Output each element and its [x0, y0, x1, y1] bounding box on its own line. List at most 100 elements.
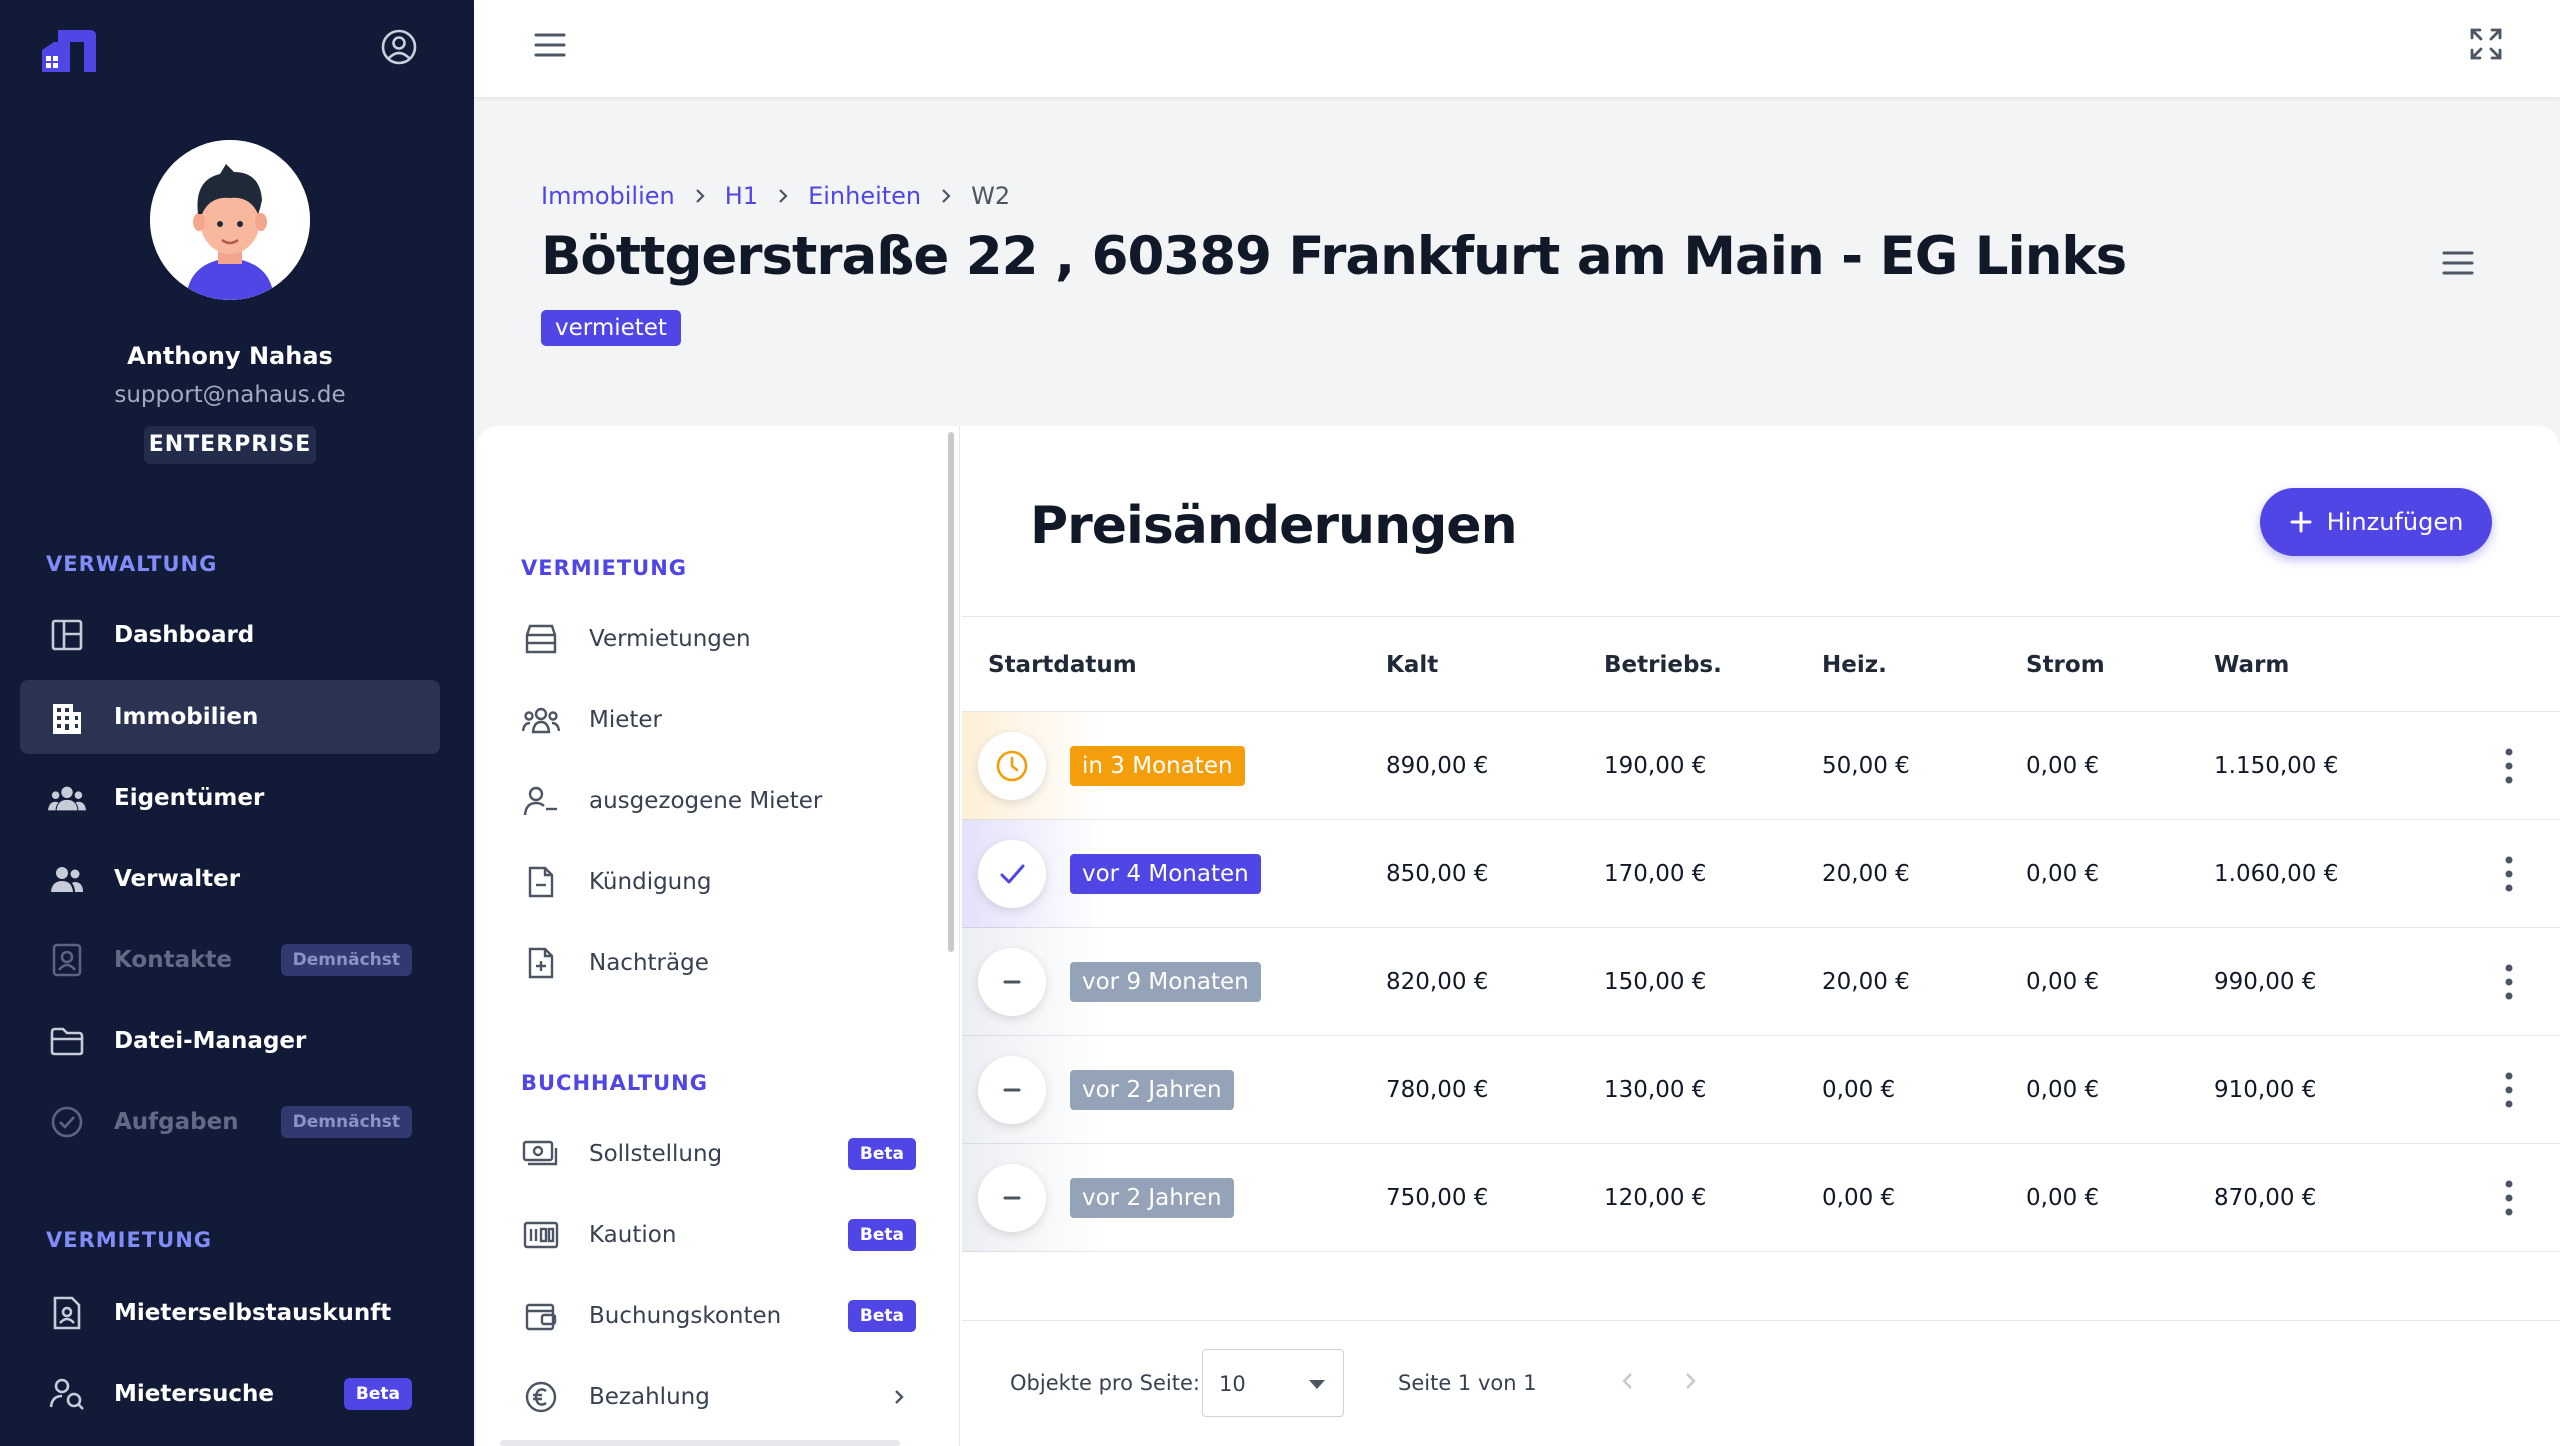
subnav-item-kaution[interactable]: Kaution Beta: [496, 1205, 916, 1265]
app-logo[interactable]: [40, 30, 96, 72]
items-per-page-value: 10: [1219, 1372, 1246, 1396]
folder-icon: [48, 1022, 86, 1060]
cell-kalt: 750,00 €: [1386, 1185, 1489, 1211]
hamburger-menu-icon[interactable]: [532, 28, 568, 62]
sidebar-item-label: Eigentümer: [114, 785, 265, 811]
subnav-item-label: Mieter: [589, 707, 663, 733]
document-minus-icon: [522, 863, 560, 901]
check-icon: [978, 840, 1046, 908]
cell-strom: 0,00 €: [2026, 753, 2100, 779]
subnav-item-ausgezogene-mieter[interactable]: ausgezogene Mieter: [496, 771, 916, 831]
fullscreen-icon[interactable]: [2468, 26, 2504, 62]
subnav-item-label: Bezahlung: [589, 1384, 710, 1410]
cell-kalt: 820,00 €: [1386, 969, 1489, 995]
subnav-item-nachtraege[interactable]: Nachträge: [496, 933, 916, 993]
column-header-startdatum[interactable]: Startdatum: [988, 617, 1137, 713]
subnav-item-kuendigung[interactable]: Kündigung: [496, 852, 916, 912]
users-icon: [48, 779, 86, 817]
more-options-icon[interactable]: [2504, 1176, 2514, 1220]
more-options-icon[interactable]: [2504, 852, 2514, 896]
more-options-icon[interactable]: [2504, 1068, 2514, 1112]
euro-icon: [522, 1378, 560, 1416]
table-row[interactable]: in 3 Monaten 890,00 € 190,00 € 50,00 € 0…: [962, 712, 2560, 820]
sidebar-item-label: Mietersuche: [114, 1381, 274, 1407]
cell-strom: 0,00 €: [2026, 1185, 2100, 1211]
sidebar-item-mietersuche[interactable]: Mietersuche Beta: [20, 1357, 440, 1431]
beta-badge: Beta: [343, 1378, 412, 1410]
subnav-item-label: Sollstellung: [589, 1141, 723, 1167]
cell-warm: 990,00 €: [2214, 969, 2317, 995]
add-button[interactable]: Hinzufügen: [2260, 488, 2492, 556]
user-search-icon: [48, 1375, 86, 1413]
sidebar-section-vermietung: VERMIETUNG: [46, 1228, 213, 1252]
column-header-betriebs[interactable]: Betriebs.: [1604, 617, 1722, 713]
subnav-item-buchungskonten[interactable]: Buchungskonten Beta: [496, 1286, 916, 1346]
cell-heiz: 20,00 €: [1822, 861, 1910, 887]
subnav-item-sollstellung[interactable]: Sollstellung Beta: [496, 1124, 916, 1184]
building-icon: [48, 698, 86, 736]
chevron-right-icon: [895, 1390, 904, 1404]
user-email: support@nahaus.de: [114, 382, 346, 408]
top-bar: [474, 0, 2560, 98]
table-row[interactable]: vor 2 Jahren 780,00 € 130,00 € 0,00 € 0,…: [962, 1036, 2560, 1144]
breadcrumb-current: W2: [971, 182, 1011, 210]
breadcrumb-einheiten[interactable]: Einheiten: [808, 182, 921, 210]
coming-soon-badge: Demnächst: [280, 1106, 412, 1138]
subnav-item-label: Nachträge: [589, 950, 709, 976]
column-header-strom[interactable]: Strom: [2026, 617, 2105, 713]
cell-heiz: 50,00 €: [1822, 753, 1910, 779]
cell-betriebs: 130,00 €: [1604, 1077, 1707, 1103]
dropdown-arrow-icon: [1309, 1380, 1325, 1389]
document-plus-icon: [522, 944, 560, 982]
sidebar-item-eigentuemer[interactable]: Eigentümer: [20, 761, 440, 835]
table-row[interactable]: vor 9 Monaten 820,00 € 150,00 € 20,00 € …: [962, 928, 2560, 1036]
subnav-item-mieter[interactable]: Mieter: [496, 690, 916, 750]
sidebar-item-immobilien[interactable]: Immobilien: [20, 680, 440, 754]
archive-icon: [522, 620, 560, 658]
unit-subnav: VERMIETUNG Vermietungen Mieter ausgezoge…: [476, 426, 960, 1446]
start-date-pill: vor 2 Jahren: [1070, 1178, 1234, 1218]
sidebar-item-datei-manager[interactable]: Datei-Manager: [20, 1004, 440, 1078]
cell-warm: 1.150,00 €: [2214, 753, 2339, 779]
subnav-item-vermietungen[interactable]: Vermietungen: [496, 609, 916, 669]
deposit-icon: [522, 1216, 560, 1254]
page-menu-icon[interactable]: [2440, 248, 2476, 278]
column-header-kalt[interactable]: Kalt: [1386, 617, 1438, 713]
table-row[interactable]: vor 4 Monaten 850,00 € 170,00 € 20,00 € …: [962, 820, 2560, 928]
chevron-right-icon: [695, 189, 705, 203]
more-options-icon[interactable]: [2504, 744, 2514, 788]
sidebar-item-label: Dashboard: [114, 622, 255, 648]
next-page-icon[interactable]: [1680, 1371, 1700, 1391]
sidebar-item-dashboard[interactable]: Dashboard: [20, 598, 440, 672]
user-menu-icon[interactable]: [380, 28, 418, 66]
more-options-icon[interactable]: [2504, 960, 2514, 1004]
document-user-icon: [48, 1294, 86, 1332]
sidebar-item-label: Aufgaben: [114, 1109, 239, 1135]
column-header-heiz[interactable]: Heiz.: [1822, 617, 1887, 713]
cell-kalt: 890,00 €: [1386, 753, 1489, 779]
sidebar-item-label: Immobilien: [114, 704, 259, 730]
minus-icon: [978, 1164, 1046, 1232]
avatar: [150, 140, 310, 300]
cell-betriebs: 190,00 €: [1604, 753, 1707, 779]
subnav-item-bezahlung[interactable]: Bezahlung: [496, 1367, 916, 1427]
breadcrumb: Immobilien H1 Einheiten W2: [541, 182, 1010, 210]
previous-page-icon[interactable]: [1618, 1371, 1638, 1391]
price-changes-section: Preisänderungen Hinzufügen Startdatum Ka…: [962, 426, 2560, 1446]
items-per-page-select[interactable]: 10: [1202, 1349, 1344, 1417]
user-name: Anthony Nahas: [127, 342, 333, 370]
beta-badge: Beta: [847, 1138, 916, 1170]
breadcrumb-immobilien[interactable]: Immobilien: [541, 182, 675, 210]
subnav-scrollbar[interactable]: [948, 432, 954, 952]
sidebar-item-verwalter[interactable]: Verwalter: [20, 842, 440, 916]
breadcrumb-h1[interactable]: H1: [725, 182, 758, 210]
start-date-pill: vor 9 Monaten: [1070, 962, 1261, 1002]
user-group-icon: [48, 860, 86, 898]
plan-badge: ENTERPRISE: [144, 426, 316, 464]
chevron-right-icon: [779, 189, 788, 203]
table-row[interactable]: vor 2 Jahren 750,00 € 120,00 € 0,00 € 0,…: [962, 1144, 2560, 1252]
sidebar-item-mieterselbstauskunft[interactable]: Mieterselbstauskunft: [20, 1276, 440, 1350]
column-header-warm[interactable]: Warm: [2214, 617, 2289, 713]
start-date-pill: vor 4 Monaten: [1070, 854, 1261, 894]
subnav-horizontal-scrollbar[interactable]: [500, 1440, 900, 1446]
